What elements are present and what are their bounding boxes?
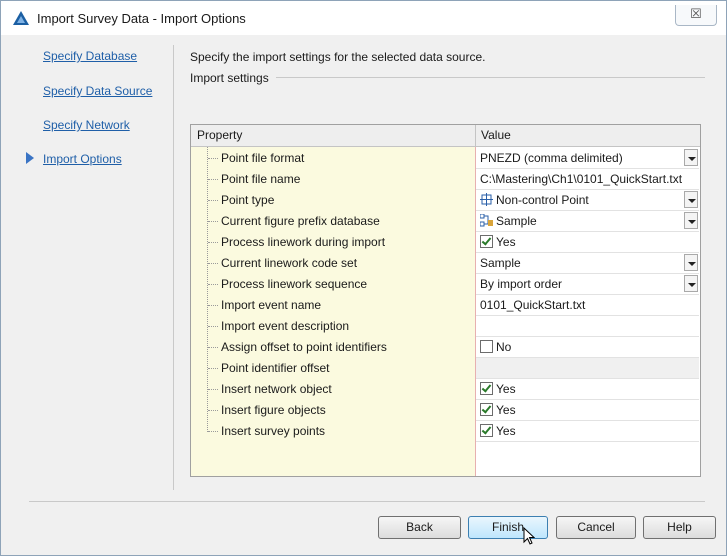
header-property: Property xyxy=(197,128,243,142)
value-text: Sample xyxy=(496,214,537,228)
grid-row[interactable]: Insert network object Yes xyxy=(191,379,700,400)
current-step-arrow-icon xyxy=(26,152,34,164)
linework-code-set-select[interactable]: Sample xyxy=(476,253,699,274)
header-value: Value xyxy=(481,128,511,142)
grid-row[interactable]: Assign offset to point identifiers No xyxy=(191,337,700,358)
nav-specify-database[interactable]: Specify Database xyxy=(43,49,137,63)
grid-row[interactable]: Point file name C:\Mastering\Ch1\0101_Qu… xyxy=(191,169,700,190)
point-type-icon xyxy=(480,193,493,206)
grid-row[interactable]: Current linework code set Sample xyxy=(191,253,700,274)
process-linework-value[interactable]: Yes xyxy=(476,232,699,253)
grid-row[interactable]: Process linework during import Yes xyxy=(191,232,700,253)
back-button[interactable]: Back xyxy=(378,516,461,539)
dropdown-arrow-icon[interactable] xyxy=(684,254,698,271)
grid-row[interactable]: Current figure prefix database Sample xyxy=(191,211,700,232)
dropdown-arrow-icon[interactable] xyxy=(684,212,698,229)
insert-figure-value[interactable]: Yes xyxy=(476,400,699,421)
footer-divider xyxy=(29,501,705,502)
value-text: C:\Mastering\Ch1\0101_QuickStart.txt xyxy=(480,172,683,186)
grid-row[interactable]: Import event description xyxy=(191,316,700,337)
assign-offset-value[interactable]: No xyxy=(476,337,699,358)
grid-header: Property Value xyxy=(191,125,700,147)
insert-survey-points-value[interactable]: Yes xyxy=(476,421,699,442)
import-event-name-field[interactable]: 0101_QuickStart.txt xyxy=(476,295,699,316)
value-text: Yes xyxy=(496,382,516,396)
property-grid: Property Value Point file format PNEZD (… xyxy=(190,124,701,477)
property-label: Point type xyxy=(221,193,275,207)
property-label: Process linework during import xyxy=(221,235,386,249)
finish-button[interactable]: Finish xyxy=(468,516,548,539)
property-label: Import event name xyxy=(221,298,322,312)
point-type-select[interactable]: Non-control Point xyxy=(476,190,699,211)
value-text: Sample xyxy=(480,256,521,270)
value-text: Yes xyxy=(496,424,516,438)
nav-import-options[interactable]: Import Options xyxy=(43,152,122,166)
grid-row[interactable]: Insert figure objects Yes xyxy=(191,400,700,421)
property-label: Point file format xyxy=(221,151,305,165)
value-text: PNEZD (comma delimited) xyxy=(480,151,623,165)
point-file-format-select[interactable]: PNEZD (comma delimited) xyxy=(476,148,699,169)
close-icon: ☒ xyxy=(690,6,702,21)
mouse-cursor-icon xyxy=(523,527,535,545)
grid-row[interactable]: Insert survey points Yes xyxy=(191,421,700,442)
insert-figure-checkbox[interactable] xyxy=(480,403,493,416)
property-label: Import event description xyxy=(221,319,350,333)
grid-row[interactable]: Point file format PNEZD (comma delimited… xyxy=(191,148,700,169)
property-label: Current figure prefix database xyxy=(221,214,380,228)
insert-network-value[interactable]: Yes xyxy=(476,379,699,400)
property-label: Point file name xyxy=(221,172,301,186)
dropdown-arrow-icon[interactable] xyxy=(684,275,698,292)
dropdown-arrow-icon[interactable] xyxy=(684,191,698,208)
process-linework-checkbox[interactable] xyxy=(480,235,493,248)
value-text: 0101_QuickStart.txt xyxy=(480,298,586,312)
property-label: Insert survey points xyxy=(221,424,326,438)
value-text: Yes xyxy=(496,403,516,417)
nav-specify-network[interactable]: Specify Network xyxy=(43,118,130,132)
window-title: Import Survey Data - Import Options xyxy=(37,11,246,26)
grid-row: Point identifier offset xyxy=(191,358,700,379)
help-button[interactable]: Help xyxy=(643,516,716,539)
grid-row[interactable]: Point type Non-control Point xyxy=(191,190,700,211)
point-identifier-offset-field xyxy=(476,358,699,379)
page-description: Specify the import settings for the sele… xyxy=(190,50,486,64)
civil3d-app-icon xyxy=(13,11,29,25)
import-survey-dialog: Import Survey Data - Import Options ☒ Sp… xyxy=(0,0,727,556)
property-label: Point identifier offset xyxy=(221,361,330,375)
title-bar: Import Survey Data - Import Options ☒ xyxy=(1,1,726,35)
group-divider xyxy=(276,77,705,78)
nav-divider xyxy=(173,45,174,490)
nav-specify-data-source[interactable]: Specify Data Source xyxy=(43,84,152,98)
point-file-name-field[interactable]: C:\Mastering\Ch1\0101_QuickStart.txt xyxy=(476,169,699,190)
value-text: Yes xyxy=(496,235,516,249)
figure-prefix-database-select[interactable]: Sample xyxy=(476,211,699,232)
property-label: Insert figure objects xyxy=(221,403,326,417)
grid-row[interactable]: Import event name 0101_QuickStart.txt xyxy=(191,295,700,316)
grid-row[interactable]: Process linework sequence By import orde… xyxy=(191,274,700,295)
property-label: Assign offset to point identifiers xyxy=(221,340,387,354)
value-text: No xyxy=(496,340,512,354)
value-text: By import order xyxy=(480,277,563,291)
insert-network-checkbox[interactable] xyxy=(480,382,493,395)
property-label: Process linework sequence xyxy=(221,277,368,291)
header-separator[interactable] xyxy=(475,125,476,146)
value-text: Non-control Point xyxy=(496,193,589,207)
linework-sequence-select[interactable]: By import order xyxy=(476,274,699,295)
insert-survey-points-checkbox[interactable] xyxy=(480,424,493,437)
close-button[interactable]: ☒ xyxy=(675,5,717,26)
group-label: Import settings xyxy=(190,71,269,85)
property-label: Insert network object xyxy=(221,382,332,396)
import-event-description-field[interactable] xyxy=(476,316,699,337)
figure-prefix-db-icon xyxy=(480,214,493,227)
property-label: Current linework code set xyxy=(221,256,358,270)
assign-offset-checkbox[interactable] xyxy=(480,340,493,353)
cancel-button[interactable]: Cancel xyxy=(556,516,636,539)
dropdown-arrow-icon[interactable] xyxy=(684,149,698,166)
